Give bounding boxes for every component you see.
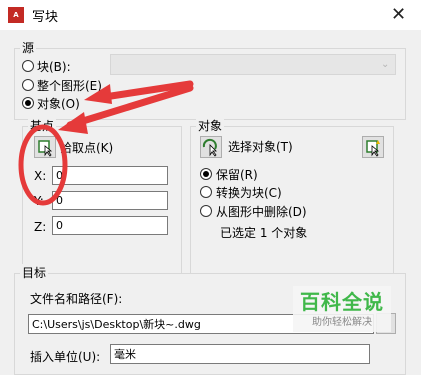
insert-units-combo[interactable]: 毫米 [110, 344, 370, 364]
autocad-app-icon: A [8, 7, 24, 23]
base-point-legend: 基点 [28, 117, 57, 134]
title-bar: A 写块 ✕ [0, 0, 421, 30]
radio-retain[interactable] [200, 168, 212, 180]
select-objects-icon [202, 138, 217, 157]
radio-entire-drawing-label: 整个图形(E) [37, 79, 102, 93]
z-label: Z: [34, 220, 47, 234]
watermark: 百科全说 助你轻松解决 [293, 286, 391, 332]
watermark-main-text: 百科全说 [300, 290, 384, 314]
radio-delete-from-drawing[interactable] [200, 205, 212, 217]
radio-block-label: 块(B): [37, 60, 71, 74]
close-button[interactable]: ✕ [376, 0, 421, 30]
quick-select-button[interactable] [362, 136, 384, 158]
file-path-label: 文件名和路径(F): [30, 292, 123, 306]
pick-point-label: 拾取点(K) [60, 141, 114, 155]
watermark-sub-text: 助你轻松解决 [312, 317, 372, 328]
radio-delete-label: 从图形中删除(D) [216, 205, 307, 219]
selection-status: 已选定 1 个对象 [220, 226, 308, 240]
select-objects-button[interactable] [200, 136, 222, 158]
z-coordinate-input[interactable] [52, 216, 168, 235]
radio-convert-to-block[interactable] [200, 186, 212, 198]
radio-entire-drawing[interactable] [22, 79, 34, 91]
source-legend: 源 [20, 39, 37, 56]
window-title: 写块 [32, 10, 59, 25]
radio-objects[interactable] [22, 97, 34, 109]
pick-point-icon [38, 140, 53, 157]
chevron-down-icon: ⌄ [381, 59, 390, 70]
x-label: X: [34, 169, 47, 183]
radio-retain-option[interactable]: 保留(R) [200, 166, 310, 182]
radio-convert-label: 转换为块(C) [216, 186, 282, 200]
objects-legend: 对象 [196, 117, 225, 134]
pick-point-button[interactable] [34, 136, 56, 158]
y-coordinate-input[interactable] [52, 191, 168, 210]
radio-objects-label: 对象(O) [37, 97, 80, 111]
radio-entire-drawing-option[interactable]: 整个图形(E) [22, 77, 142, 93]
y-label: Y: [34, 194, 44, 208]
insert-units-label: 插入单位(U): [30, 350, 101, 364]
radio-block[interactable] [22, 60, 34, 72]
x-coordinate-input[interactable] [52, 166, 168, 185]
target-legend: 目标 [20, 264, 49, 281]
select-objects-label: 选择对象(T) [228, 140, 293, 154]
radio-retain-label: 保留(R) [216, 168, 258, 182]
radio-delete-option[interactable]: 从图形中删除(D) [200, 203, 350, 219]
radio-objects-option[interactable]: 对象(O) [22, 95, 142, 111]
quick-select-icon [366, 140, 380, 157]
radio-convert-option[interactable]: 转换为块(C) [200, 184, 320, 200]
insert-units-value: 毫米 [114, 348, 136, 361]
block-name-combo: ⌄ [110, 54, 396, 75]
